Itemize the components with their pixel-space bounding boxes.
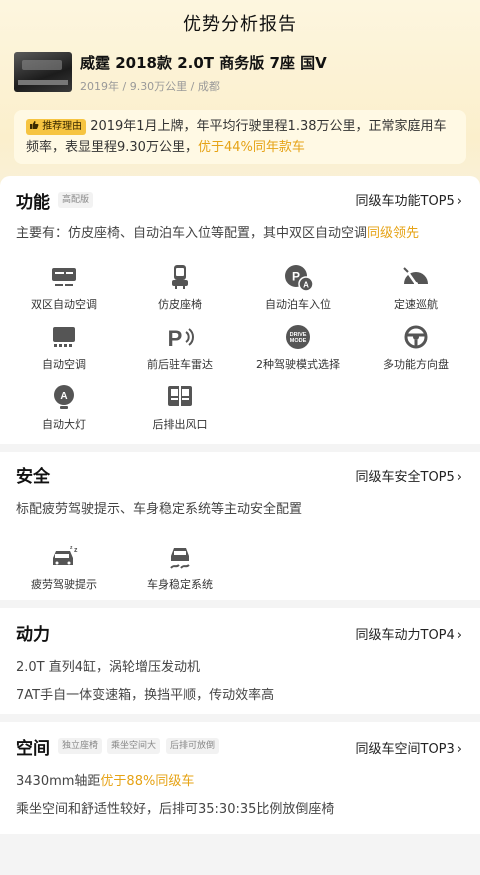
chevron-right-icon: › (456, 194, 462, 209)
feature-drive-mode[interactable]: DRIVE MODE 2种驾驶模式选择 (238, 324, 358, 372)
stability-control-icon (166, 544, 194, 570)
svg-text:z: z (74, 547, 78, 554)
space-title: 空间 (16, 739, 50, 759)
svg-text:P: P (168, 326, 183, 350)
function-title: 功能 (16, 193, 50, 213)
power-transmission: 7AT手自一体变速箱，换挡平顺，传动效率高 (16, 688, 275, 703)
feature-dual-zone-ac[interactable]: 双区自动空调 (4, 264, 124, 312)
space-tag: 独立座椅 (58, 738, 103, 754)
space-wheelbase: 3430mm轴距优于88%同级车 (16, 774, 195, 789)
car-name: 威霆 2018款 2.0T 商务版 7座 国V (80, 54, 327, 72)
auto-parking-icon: PA (284, 264, 314, 292)
safety-top-link[interactable]: 同级车安全TOP5 › (356, 466, 463, 485)
safety-desc: 标配疲劳驾驶提示、车身稳定系统等主动安全配置 (16, 502, 303, 517)
function-badge: 高配版 (58, 192, 94, 208)
feature-parking-radar[interactable]: P 前后驻车雷达 (120, 324, 240, 372)
svg-text:z: z (70, 545, 73, 551)
feature-leather-seat[interactable]: 仿皮座椅 (120, 264, 240, 312)
feature-cruise-control[interactable]: 定速巡航 (356, 264, 476, 312)
page-title: 优势分析报告 (183, 14, 297, 35)
space-tag: 后排可放倒 (166, 738, 220, 754)
function-card: 功能 高配版 同级车功能TOP5 › 主要有：仿皮座椅、自动泊车入位等配置，其中双… (0, 176, 480, 444)
function-top-link[interactable]: 同级车功能TOP5 › (356, 190, 463, 209)
car-thumbnail (14, 52, 72, 92)
space-card: 空间 独立座椅 乘坐空间大 后排可放倒 同级车空间TOP3 › 3430mm轴距优… (0, 722, 480, 834)
feature-stability-control[interactable]: 车身稳定系统 (120, 544, 240, 592)
leather-seat-icon (166, 264, 194, 290)
power-engine: 2.0T 直列4缸，涡轮增压发动机 (16, 660, 201, 675)
safety-card: 安全 同级车安全TOP5 › 标配疲劳驾驶提示、车身稳定系统等主动安全配置 zz … (0, 452, 480, 600)
space-tag: 乘坐空间大 (107, 738, 161, 754)
feature-auto-parking[interactable]: PA 自动泊车入位 (238, 264, 358, 312)
chevron-right-icon: › (456, 742, 462, 757)
auto-headlight-icon: A (50, 384, 78, 410)
car-meta: 2019年 / 9.30万公里 / 成都 (80, 80, 220, 93)
recommendation-tag: 推荐理由 (26, 119, 87, 135)
recommendation-highlight: 优于44%同年款车 (197, 140, 305, 155)
power-card: 动力 同级车动力TOP4 › 2.0T 直列4缸，涡轮增压发动机 7AT手自一体变… (0, 608, 480, 714)
rear-vent-icon (166, 384, 194, 410)
cruise-control-icon (402, 264, 430, 290)
svg-text:A: A (60, 391, 67, 402)
parking-radar-icon: P (166, 324, 194, 351)
feature-steering-wheel[interactable]: 多功能方向盘 (356, 324, 476, 372)
power-title: 动力 (16, 625, 50, 645)
feature-auto-headlight[interactable]: A 自动大灯 (4, 384, 124, 432)
space-top-link[interactable]: 同级车空间TOP3 › (356, 738, 463, 757)
function-desc: 主要有：仿皮座椅、自动泊车入位等配置，其中双区自动空调同级领先 (16, 226, 420, 241)
safety-title: 安全 (16, 467, 50, 487)
feature-fatigue-alert[interactable]: zz 疲劳驾驶提示 (4, 544, 124, 592)
drive-mode-icon: DRIVE MODE (284, 324, 312, 350)
car-summary[interactable]: 威霆 2018款 2.0T 商务版 7座 国V 2019年 / 9.30万公里 … (14, 52, 466, 96)
feature-auto-ac[interactable]: 自动空调 (4, 324, 124, 372)
dual-zone-ac-icon (50, 264, 78, 290)
fatigue-alert-icon: zz (50, 544, 78, 570)
auto-ac-icon (50, 324, 78, 350)
steering-wheel-icon (402, 324, 430, 350)
recommendation-box: 推荐理由 2019年1月上牌，年平均行驶里程1.38万公里，正常家庭用车频率，表… (14, 110, 466, 164)
thumbs-up-icon (30, 121, 39, 129)
power-top-link[interactable]: 同级车动力TOP4 › (356, 624, 463, 643)
feature-rear-vent[interactable]: 后排出风口 (120, 384, 240, 432)
chevron-right-icon: › (456, 628, 462, 643)
space-seats: 乘坐空间和舒适性较好，后排可35:30:35比例放倒座椅 (16, 802, 335, 817)
svg-text:A: A (303, 281, 309, 290)
chevron-right-icon: › (456, 470, 462, 485)
svg-text:MODE: MODE (290, 338, 307, 344)
